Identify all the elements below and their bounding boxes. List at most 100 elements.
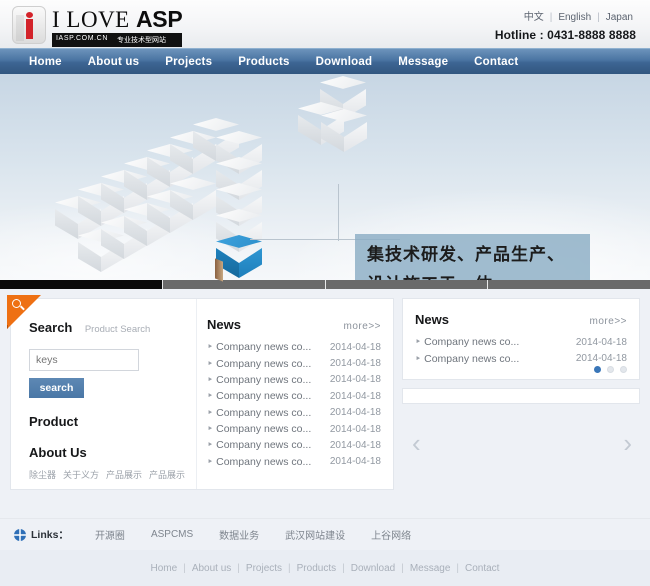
footer-link-message[interactable]: Message (410, 563, 451, 574)
logo-word-asp: ASP (135, 6, 183, 32)
nav-item-home[interactable]: Home (16, 49, 75, 75)
lang-link-jp[interactable]: Japan (603, 12, 636, 23)
nav-item-message[interactable]: Message (385, 49, 461, 75)
news-item-date: 2014-04-18 (329, 374, 381, 386)
right-column: News more>> Company news co... 2014-04-18… (402, 298, 640, 476)
right-empty-panel (402, 388, 640, 404)
news-item-title[interactable]: Company news co... (207, 423, 311, 435)
about-us-title: About Us (29, 445, 87, 460)
footer-separator: | (237, 562, 240, 574)
pagination-dot-3[interactable] (620, 366, 627, 373)
pagination-dot-2[interactable] (607, 366, 614, 373)
page-root: I LOVE ASP IASP.COM.CN 专业技术型网站 中文 | Englis… (0, 0, 650, 586)
search-button[interactable]: search (29, 378, 84, 398)
news-right-panel: News more>> Company news co... 2014-04-18… (402, 298, 640, 380)
footer-link-contact[interactable]: Contact (465, 563, 499, 574)
news-item[interactable]: Company news co... 2014-04-18 (207, 372, 381, 388)
lang-link-zh[interactable]: 中文 (521, 12, 547, 23)
footer-link-home[interactable]: Home (151, 563, 178, 574)
news-item-title[interactable]: Company news co... (207, 407, 311, 419)
news-item[interactable]: Company news co... 2014-04-18 (207, 339, 381, 355)
search-input[interactable] (29, 349, 139, 371)
search-heading: Search Product Search (29, 319, 196, 337)
slider-segment-2[interactable] (162, 280, 326, 289)
carousel-prev-icon[interactable]: ‹ (412, 430, 421, 456)
about-link-1[interactable]: 除尘器 (29, 470, 56, 480)
about-link-4[interactable]: 产品展示 (149, 470, 185, 480)
slider-segment-1[interactable] (0, 280, 163, 289)
news-item-title[interactable]: Company news co... (207, 358, 311, 370)
news-right-more-link[interactable]: more>> (590, 316, 627, 327)
logo-icon (12, 6, 46, 44)
friendly-link-5[interactable]: 上谷网络 (371, 527, 411, 542)
logo-domain: IASP.COM.CN (56, 35, 108, 42)
friendly-link-4[interactable]: 武汉网站建设 (285, 527, 345, 542)
news-right-title: News (415, 312, 449, 327)
carousel-next-icon[interactable]: › (623, 430, 632, 456)
footer-separator: | (401, 562, 404, 574)
footer-separator: | (342, 562, 345, 574)
about-link-2[interactable]: 关于义方 (63, 470, 99, 480)
slider-segment-4[interactable] (488, 280, 650, 289)
logo-tagline: 专业技术型网站 (116, 37, 166, 44)
nav-item-contact[interactable]: Contact (461, 49, 531, 75)
about-us-links: 除尘器 关于义方 产品展示 产品展示 (29, 468, 196, 481)
logo-text: I LOVE ASP IASP.COM.CN 专业技术型网站 (52, 6, 183, 47)
news-item-title[interactable]: Company news co... (415, 336, 519, 348)
news-item-title[interactable]: Company news co... (207, 439, 311, 451)
left-main-panel: Search Product Search search Product Abo… (7, 295, 394, 490)
news-item[interactable]: Company news co... 2014-04-18 (207, 437, 381, 453)
footer-separator: | (288, 562, 291, 574)
news-item[interactable]: Company news co... 2014-04-18 (207, 405, 381, 421)
news-item[interactable]: Company news co... 2014-04-18 (415, 350, 627, 366)
news-item-date: 2014-04-18 (329, 358, 381, 370)
news-item-title[interactable]: Company news co... (207, 341, 311, 353)
nav-item-download[interactable]: Download (303, 49, 386, 75)
news-item-title[interactable]: Company news co... (415, 353, 519, 365)
news-item-date: 2014-04-18 (575, 336, 627, 348)
news-item[interactable]: Company news co... 2014-04-18 (207, 454, 381, 470)
lang-link-en[interactable]: English (555, 12, 594, 23)
news-right-pagination[interactable] (594, 366, 627, 373)
news-item-date: 2014-04-18 (329, 423, 381, 435)
friendly-link-2[interactable]: ASPCMS (151, 529, 193, 540)
footer-link-about-us[interactable]: About us (192, 563, 231, 574)
nav-item-projects[interactable]: Projects (152, 49, 225, 75)
search-subtitle: Product Search (84, 324, 151, 335)
site-logo[interactable]: I LOVE ASP IASP.COM.CN 专业技术型网站 (12, 6, 183, 47)
slider-segment-3[interactable] (325, 280, 489, 289)
news-item-title[interactable]: Company news co... (207, 374, 311, 386)
news-item[interactable]: Company news co... 2014-04-18 (207, 388, 381, 404)
search-title: Search (29, 320, 73, 335)
news-center-title: News (207, 317, 241, 332)
nav-item-about-us[interactable]: About us (75, 49, 152, 75)
news-item-date: 2014-04-18 (329, 341, 381, 353)
news-item-date: 2014-04-18 (575, 353, 627, 365)
news-right-header: News more>> (415, 312, 627, 327)
product-title: Product (29, 414, 79, 429)
logo-subtitle: IASP.COM.CN 专业技术型网站 (52, 33, 182, 47)
about-link-3[interactable]: 产品展示 (106, 470, 142, 480)
partner-carousel: ‹ › (402, 414, 640, 476)
globe-icon (14, 528, 26, 541)
footer-link-download[interactable]: Download (351, 563, 395, 574)
news-center-more-link[interactable]: more>> (344, 321, 381, 332)
product-section: Product (29, 414, 196, 429)
pagination-dot-1[interactable] (594, 366, 601, 373)
nav-item-products[interactable]: Products (225, 49, 302, 75)
news-item-title[interactable]: Company news co... (207, 456, 311, 468)
friendly-link-3[interactable]: 数据业务 (219, 527, 259, 542)
news-item-title[interactable]: Company news co... (207, 390, 311, 402)
friendly-links-bar: Links： 开源圈 ASPCMS 数据业务 武汉网站建设 上谷网络 (0, 518, 650, 550)
friendly-link-1[interactable]: 开源圈 (95, 527, 125, 542)
news-center-list: Company news co... 2014-04-18 Company new… (207, 339, 381, 470)
links-label: Links： (31, 529, 69, 541)
news-item[interactable]: Company news co... 2014-04-18 (207, 355, 381, 371)
content-area: Search Product Search search Product Abo… (0, 289, 650, 490)
footer-link-products[interactable]: Products (297, 563, 336, 574)
news-item[interactable]: Company news co... 2014-04-18 (415, 334, 627, 350)
footer-link-projects[interactable]: Projects (246, 563, 282, 574)
footer-separator: | (183, 562, 186, 574)
hero-slider-indicator[interactable] (0, 280, 650, 289)
news-item[interactable]: Company news co... 2014-04-18 (207, 421, 381, 437)
